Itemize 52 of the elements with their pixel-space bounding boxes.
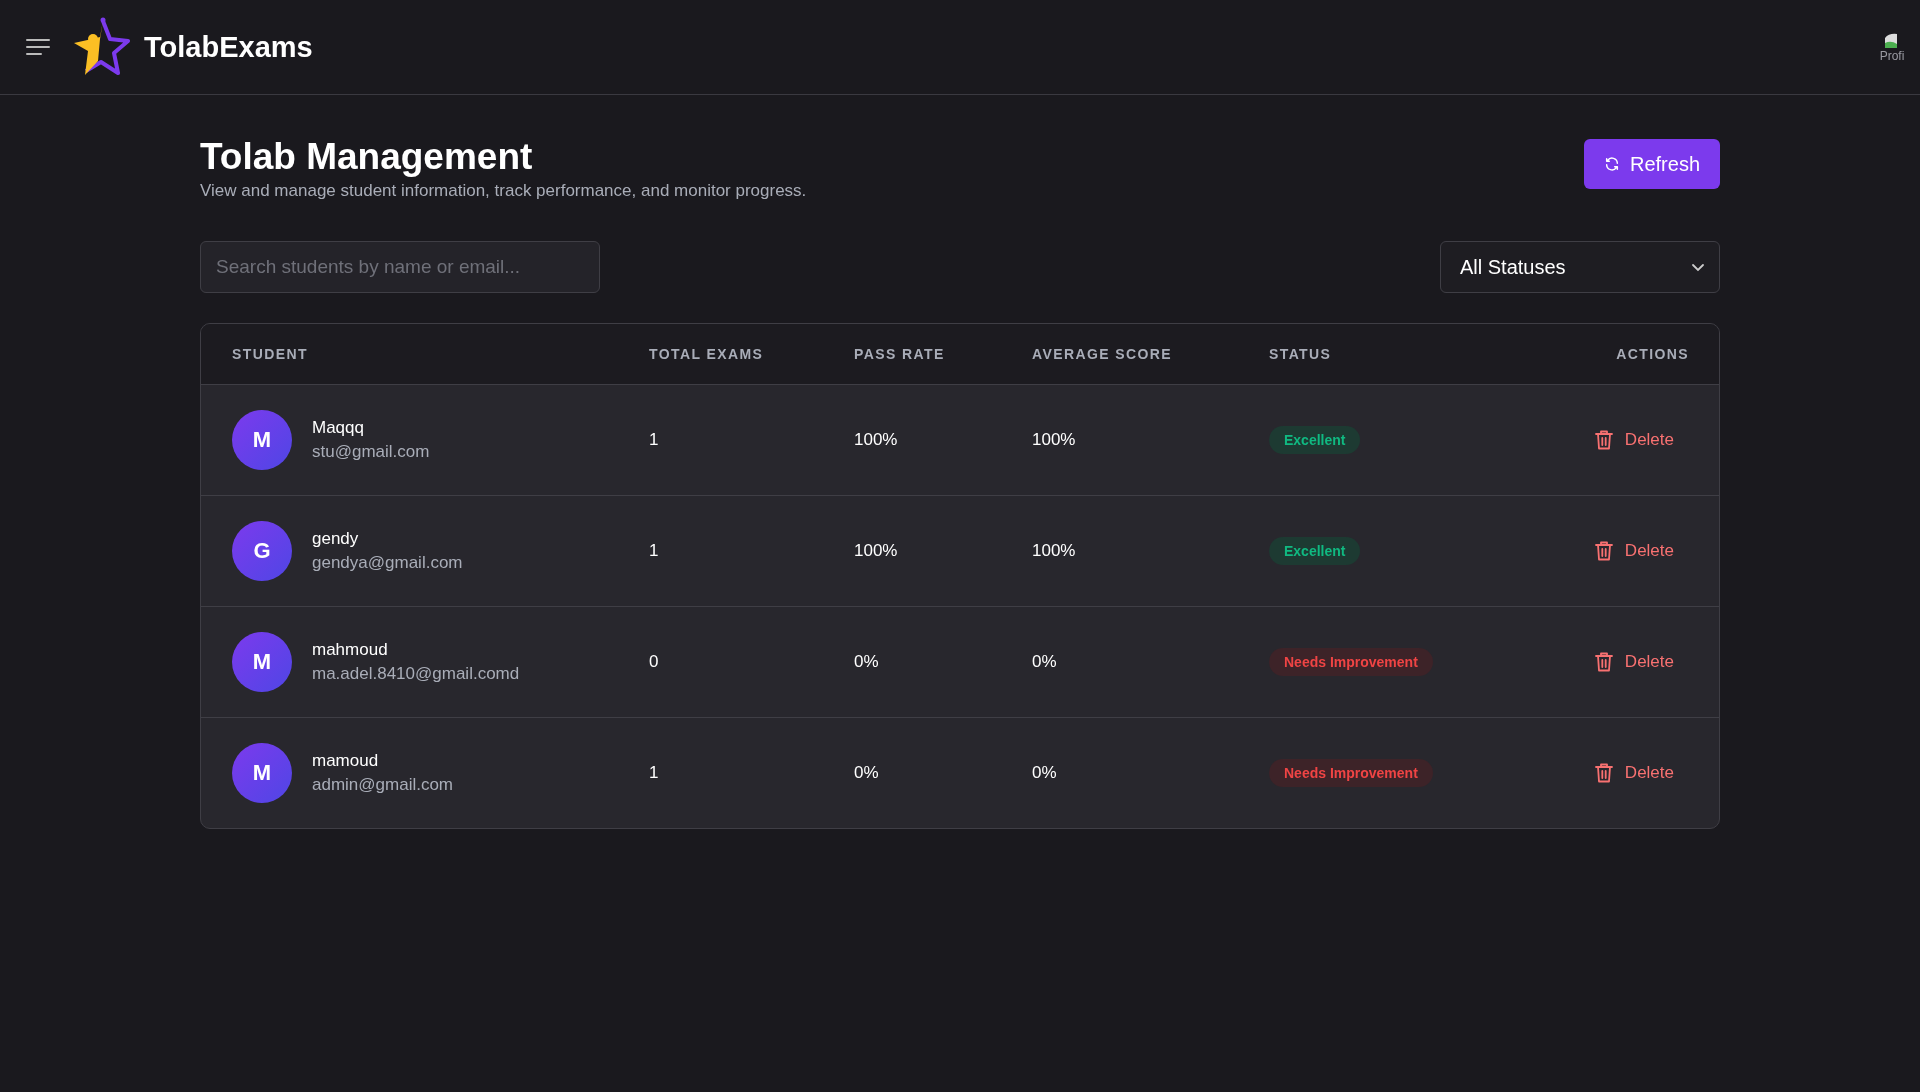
status-badge: Needs Improvement: [1269, 759, 1433, 787]
column-header: AVERAGE SCORE: [1032, 346, 1174, 362]
student-email: ma.adel.8410@gmail.comd: [312, 664, 520, 684]
broken-profile-image[interactable]: Profi: [1872, 32, 1912, 62]
student-email: stu@gmail.com: [312, 442, 430, 462]
menu-icon: [26, 38, 50, 56]
trash-icon: [1594, 541, 1613, 561]
column-header: STATUS: [1269, 346, 1333, 362]
table-cell-text: 1: [649, 430, 660, 450]
status-dropdown[interactable]: All Statuses: [1440, 241, 1720, 293]
avatar-circle: M: [232, 632, 292, 692]
student-name: Maqqq: [312, 418, 365, 438]
table-cell-text: 1: [649, 763, 660, 783]
status-badge: Excellent: [1269, 426, 1361, 454]
student-name: mahmoud: [312, 640, 389, 660]
delete-button[interactable]: Delete: [1594, 541, 1674, 561]
table-cell-text: 100%: [854, 430, 899, 450]
column-header: TOTAL EXAMS: [649, 346, 765, 362]
avatar-circle: G: [232, 521, 292, 581]
refresh-button[interactable]: Refresh: [1583, 139, 1720, 189]
page-subtitle: View and manage student information, track performance, and monitor progress.: [200, 181, 807, 201]
menu-button[interactable]: [26, 38, 50, 56]
table-cell-text: 0%: [1032, 652, 1058, 672]
column-header: ACTIONS: [1615, 346, 1689, 362]
delete-button[interactable]: Delete: [1594, 652, 1674, 672]
column-header: STUDENT: [232, 346, 309, 362]
refresh-icon: [1603, 156, 1620, 172]
table-cell-text: 1: [649, 541, 660, 561]
student-name: mamoud: [312, 751, 380, 771]
avatar-circle: M: [232, 410, 292, 470]
page-title: Tolab Management: [200, 135, 534, 179]
student-name: gendy: [312, 529, 360, 549]
delete-button[interactable]: Delete: [1594, 763, 1674, 783]
status-badge: Needs Improvement: [1269, 648, 1433, 676]
status-badge: Excellent: [1269, 537, 1361, 565]
trash-icon: [1594, 430, 1613, 450]
brand-name: TolabExams: [144, 30, 313, 64]
trash-icon: [1594, 763, 1613, 783]
student-email: admin@gmail.com: [312, 775, 454, 795]
student-email: gendya@gmail.com: [312, 553, 463, 573]
trash-icon: [1594, 652, 1613, 672]
table-cell-text: 0: [649, 652, 660, 672]
table-cell-text: 0%: [854, 652, 880, 672]
table-cell-text: 100%: [1032, 430, 1077, 450]
search-field[interactable]: Search students by name or email...: [200, 241, 600, 293]
table-cell-text: 0%: [1032, 763, 1058, 783]
avatar-circle: M: [232, 743, 292, 803]
table-cell-text: 100%: [854, 541, 899, 561]
table-cell-text: 100%: [1032, 541, 1077, 561]
column-header: PASS RATE: [854, 346, 946, 362]
delete-button[interactable]: Delete: [1594, 430, 1674, 450]
table-cell-text: 0%: [854, 763, 880, 783]
